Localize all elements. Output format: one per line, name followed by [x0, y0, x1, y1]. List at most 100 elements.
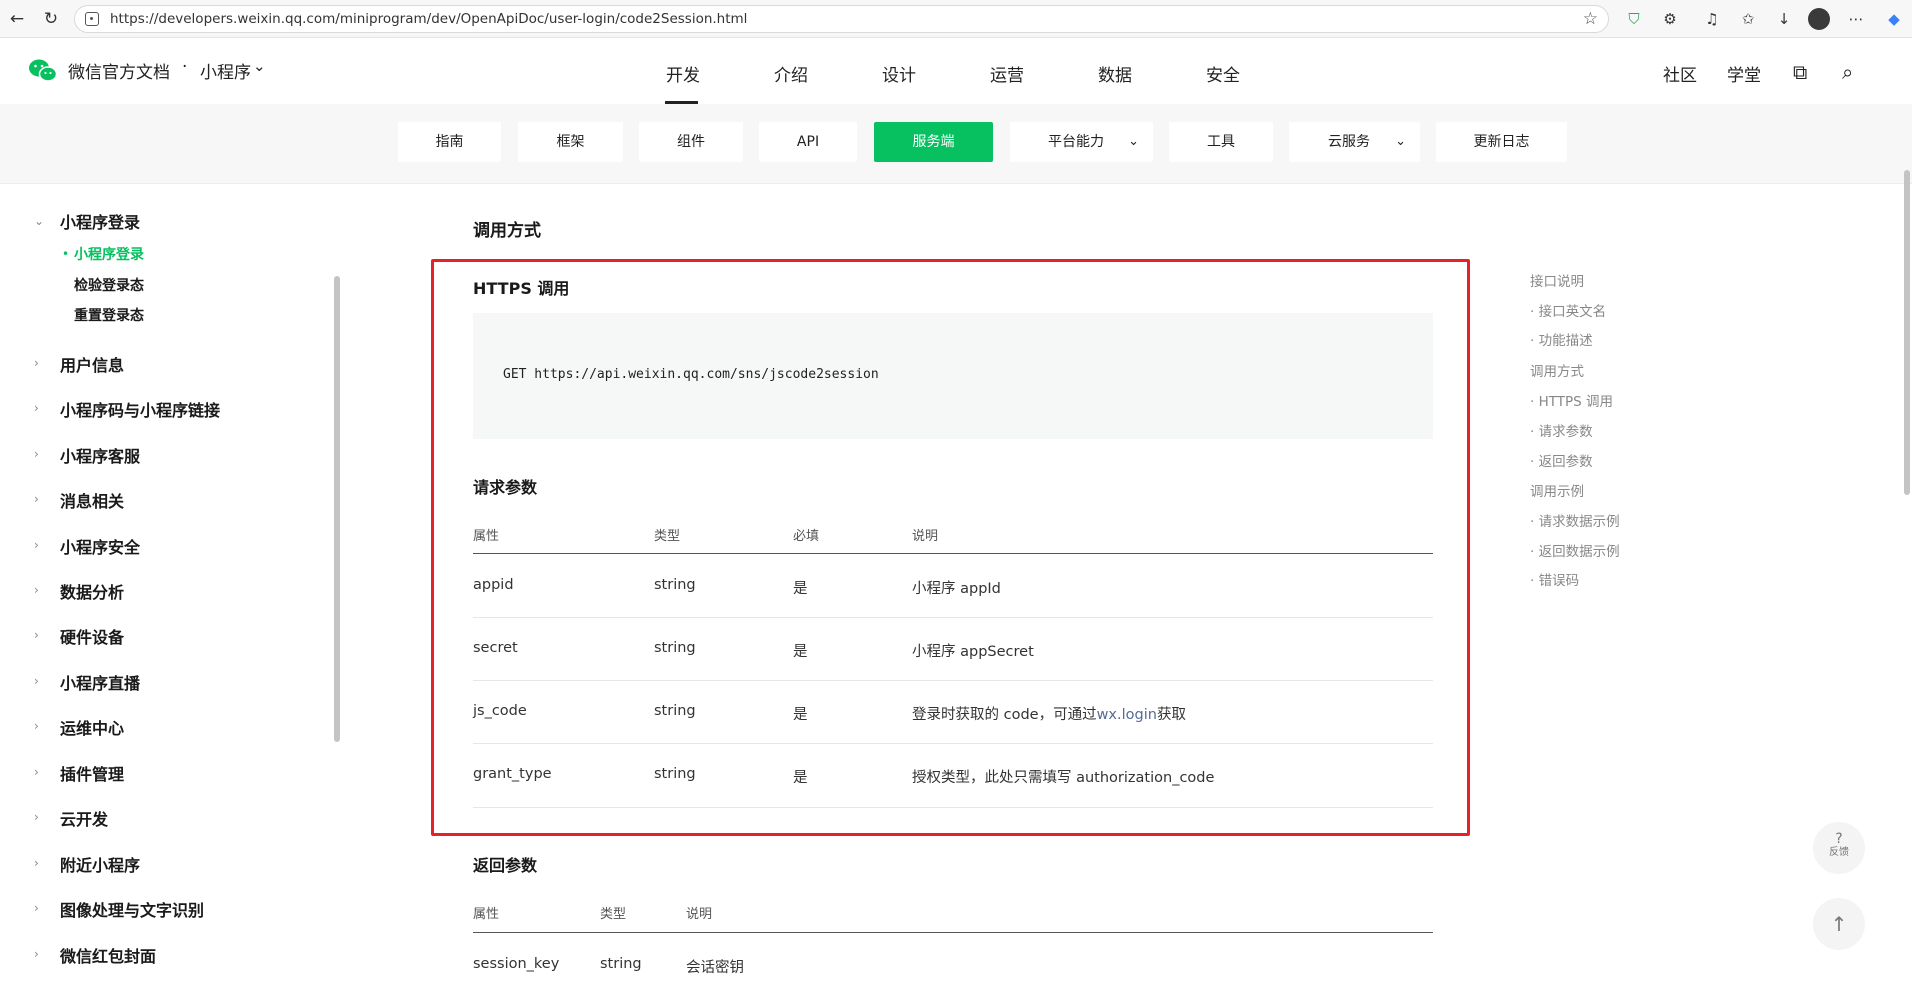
toc-item[interactable]: · 请求数据示例 [1530, 510, 1620, 530]
table-header-property: 属性 [473, 907, 500, 922]
sidebar-item-qrcode[interactable]: 小程序码与小程序链接 [60, 397, 220, 421]
nav-data[interactable]: 数据 [1098, 61, 1132, 86]
downloads-icon[interactable]: ↓ [1772, 7, 1796, 31]
chevron-right-icon[interactable]: › [34, 492, 39, 506]
chevron-down-icon[interactable]: ⌄ [34, 214, 44, 228]
toc-item[interactable]: · 返回数据示例 [1530, 540, 1620, 560]
table-cell: 是 [793, 707, 808, 723]
sidebar-item-nearby[interactable]: 附近小程序 [60, 852, 140, 876]
sidebar-item-live[interactable]: 小程序直播 [60, 670, 140, 694]
site-info-icon[interactable] [85, 12, 99, 26]
favorites-icon[interactable]: ✩ [1736, 7, 1760, 31]
sidebar-group-login[interactable]: 小程序登录 [60, 209, 140, 233]
translate-icon[interactable]: ⧉ [1793, 60, 1807, 84]
wx-login-link[interactable]: wx.login [1097, 707, 1157, 723]
toc-item[interactable]: · 返回参数 [1530, 450, 1593, 470]
community-link[interactable]: 社区 [1663, 61, 1697, 86]
tab-changelog[interactable]: 更新日志 [1436, 122, 1567, 162]
chevron-right-icon[interactable]: › [34, 538, 39, 552]
table-row-divider [473, 807, 1433, 808]
toc-item[interactable]: · HTTPS 调用 [1530, 390, 1613, 410]
nav-operation[interactable]: 运营 [990, 61, 1024, 86]
chevron-right-icon[interactable]: › [34, 810, 39, 824]
chevron-right-icon[interactable]: › [34, 401, 39, 415]
sidebar-item-image-ocr[interactable]: 图像处理与文字识别 [60, 897, 204, 921]
nav-develop[interactable]: 开发 [666, 61, 700, 86]
chevron-right-icon[interactable]: › [34, 628, 39, 642]
toc-item[interactable]: · 错误码 [1530, 569, 1579, 589]
extensions-icon[interactable]: ⚙ [1658, 7, 1682, 31]
url-text[interactable]: https://developers.weixin.qq.com/minipro… [110, 6, 747, 33]
tab-components[interactable]: 组件 [639, 122, 743, 162]
brand-title[interactable]: 微信官方文档 [68, 58, 170, 83]
toc-item[interactable]: · 功能描述 [1530, 329, 1593, 349]
table-header-required: 必填 [793, 529, 820, 544]
sidebar-item-analytics[interactable]: 数据分析 [60, 579, 124, 603]
feedback-button[interactable]: ? 反馈 [1813, 822, 1865, 874]
sidebar-item-red-packet[interactable]: 微信红包封面 [60, 943, 156, 967]
sidebar-item-hardware[interactable]: 硬件设备 [60, 624, 124, 648]
tab-cloud[interactable]: 云服务 ⌄ [1289, 122, 1420, 162]
table-cell-desc: 登录时获取的 code，可通过wx.login获取 [912, 703, 1186, 724]
nav-security[interactable]: 安全 [1206, 61, 1240, 86]
chevron-right-icon[interactable]: › [34, 947, 39, 961]
toc-item[interactable]: 调用示例 [1530, 480, 1584, 500]
toc-item[interactable]: · 接口英文名 [1530, 300, 1606, 320]
chevron-right-icon[interactable]: › [34, 447, 39, 461]
profile-avatar[interactable] [1808, 8, 1830, 30]
read-aloud-icon[interactable]: ♫ [1700, 7, 1724, 31]
page-scrollbar[interactable] [1904, 170, 1910, 495]
copilot-icon[interactable]: ◆ [1882, 7, 1906, 31]
more-menu-icon[interactable]: ⋯ [1844, 7, 1868, 31]
chevron-right-icon[interactable]: › [34, 901, 39, 915]
chevron-right-icon[interactable]: › [34, 674, 39, 688]
academy-link[interactable]: 学堂 [1727, 61, 1761, 86]
sidebar-item-messages[interactable]: 消息相关 [60, 488, 124, 512]
shield-extension-icon[interactable]: ⛉ [1622, 7, 1646, 31]
sidebar-item-cloud-dev[interactable]: 云开发 [60, 806, 108, 830]
nav-intro[interactable]: 介绍 [774, 61, 808, 86]
tab-server[interactable]: 服务端 [874, 122, 993, 162]
tab-guide[interactable]: 指南 [398, 122, 501, 162]
sidebar-item-reset-session[interactable]: 重置登录态 [74, 305, 144, 325]
sidebar-item-customer-service[interactable]: 小程序客服 [60, 443, 140, 467]
table-header-type: 类型 [600, 907, 627, 922]
chevron-down-icon[interactable]: ⌄ [253, 57, 266, 75]
reload-icon[interactable]: ↻ [38, 6, 64, 32]
chevron-right-icon[interactable]: › [34, 856, 39, 870]
tab-framework[interactable]: 框架 [518, 122, 623, 162]
sidebar-item-security[interactable]: 小程序安全 [60, 534, 140, 558]
chevron-right-icon[interactable]: › [34, 356, 39, 370]
favorite-star-icon[interactable]: ☆ [1583, 9, 1598, 29]
chevron-right-icon[interactable]: › [34, 719, 39, 733]
table-cell: js_code [473, 703, 527, 719]
sidebar-item-ops[interactable]: 运维中心 [60, 715, 124, 739]
table-cell: appid [473, 577, 514, 593]
search-icon[interactable]: ⌕ [1842, 60, 1853, 84]
nav-design[interactable]: 设计 [882, 61, 916, 86]
table-row-divider [473, 680, 1433, 681]
tab-platform[interactable]: 平台能力 ⌄ [1010, 122, 1153, 162]
back-icon[interactable]: ← [4, 6, 30, 32]
toc-item[interactable]: 接口说明 [1530, 270, 1584, 290]
sidebar-item-user-info[interactable]: 用户信息 [60, 352, 124, 376]
tab-api[interactable]: API [759, 122, 857, 162]
wechat-logo-icon[interactable] [28, 58, 58, 84]
site-header: 微信官方文档 · 小程序 ⌄ 开发 介绍 设计 运营 数据 安全 社区 学堂 ⧉… [0, 38, 1912, 104]
toc-item[interactable]: 调用方式 [1530, 360, 1584, 380]
section-title-https: HTTPS 调用 [473, 279, 570, 298]
sidebar-scrollbar[interactable] [334, 276, 340, 742]
sidebar-item-plugins[interactable]: 插件管理 [60, 761, 124, 785]
table-row-divider [473, 743, 1433, 744]
chevron-right-icon[interactable]: › [34, 765, 39, 779]
sidebar-item-check-session[interactable]: 检验登录态 [74, 275, 144, 295]
sidebar-item-login[interactable]: 小程序登录 [74, 244, 144, 264]
code-text[interactable]: GET https://api.weixin.qq.com/sns/jscode… [503, 367, 879, 382]
chevron-right-icon[interactable]: › [34, 583, 39, 597]
section-selector[interactable]: 小程序 [200, 58, 251, 83]
tab-tools[interactable]: 工具 [1169, 122, 1273, 162]
browser-toolbar: ← ↻ https://developers.weixin.qq.com/min… [0, 0, 1912, 38]
toc-item[interactable]: · 请求参数 [1530, 420, 1593, 440]
back-to-top-button[interactable]: ↑ [1813, 898, 1865, 950]
address-bar[interactable]: https://developers.weixin.qq.com/minipro… [74, 5, 1609, 33]
